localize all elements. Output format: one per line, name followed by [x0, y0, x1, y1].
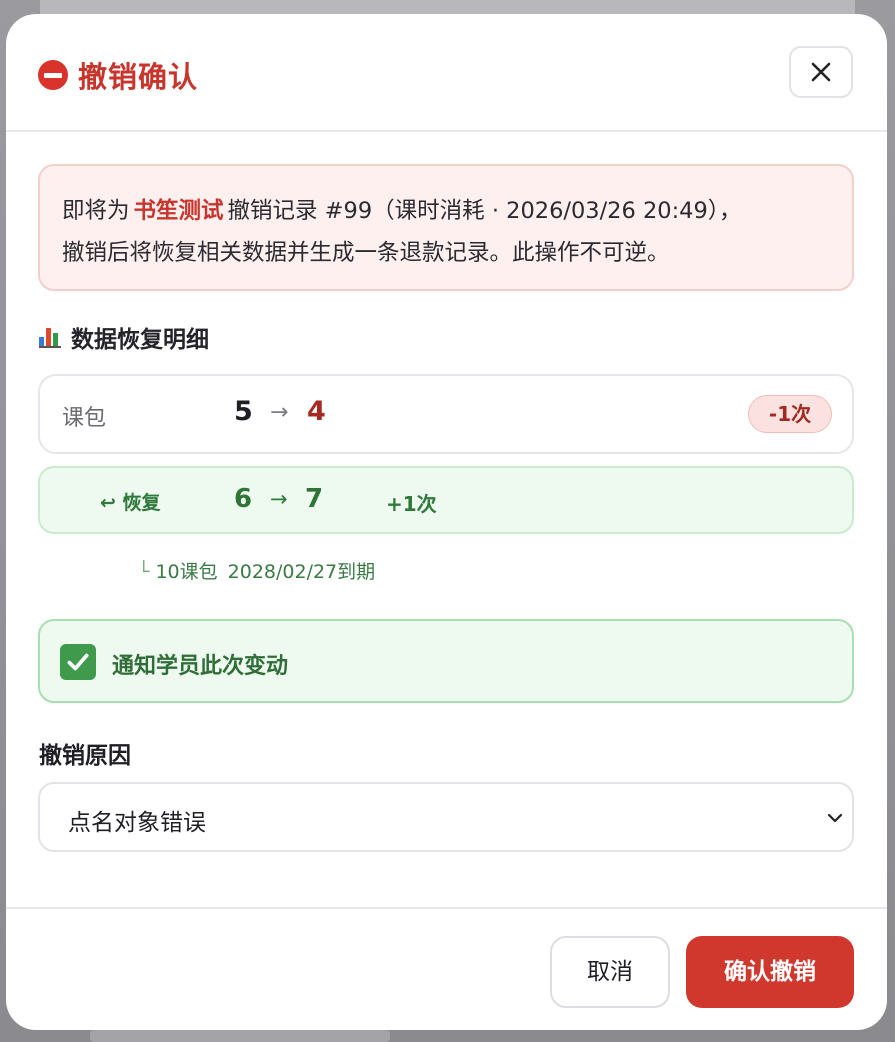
warning-line-1: 即将为 书笙测试 撤销记录 #99（课时消耗 · 2026/03/26 20:49）… [62, 190, 832, 232]
restore-label: ↩ 恢复 [100, 492, 161, 514]
package-label: 课包 [62, 406, 107, 431]
dialog-footer: 取消 确认撤销 [6, 907, 887, 1030]
notify-checkbox[interactable] [60, 644, 96, 680]
sub-note-expiry: 2028/02/27到期 [227, 561, 376, 583]
package-count-row: 课包 5 → 4 -1次 [38, 374, 854, 454]
package-change-badge: -1次 [748, 395, 832, 433]
close-button[interactable] [789, 46, 853, 98]
bar-chart-icon [39, 326, 61, 348]
tree-corner-icon: └ [138, 561, 150, 583]
confirm-undo-button[interactable]: 确认撤销 [686, 936, 854, 1008]
restore-delta: +1次 [386, 492, 437, 516]
warning-prefix: 即将为 [62, 198, 130, 224]
restore-to-value: 7 [305, 484, 324, 514]
sub-note-package: 10课包 [155, 561, 218, 583]
package-from-value: 5 [234, 396, 253, 427]
chevron-down-icon [827, 813, 843, 823]
restore-from-value: 6 [234, 484, 253, 514]
warning-record-text: 撤销记录 #99（课时消耗 · 2026/03/26 20:49）， [227, 198, 742, 224]
details-section-title: 数据恢复明细 [39, 320, 209, 354]
reason-title: 撤销原因 [39, 743, 131, 769]
cancel-button[interactable]: 取消 [550, 936, 670, 1008]
reason-selected-value: 点名对象错误 [68, 810, 206, 836]
checkmark-icon [67, 653, 89, 671]
notify-student-toggle[interactable]: 通知学员此次变动 [38, 619, 854, 703]
reason-select[interactable]: 点名对象错误 [38, 782, 854, 852]
no-entry-icon [38, 60, 68, 90]
background-content [40, 0, 855, 14]
dialog-header: 撤销确认 [6, 14, 887, 132]
restore-row: ↩ 恢复 6 → 7 +1次 [38, 466, 854, 534]
notify-label: 通知学员此次变动 [112, 654, 289, 679]
warning-box: 即将为 书笙测试 撤销记录 #99（课时消耗 · 2026/03/26 20:49）… [38, 164, 854, 291]
undo-confirm-dialog: 撤销确认 即将为 书笙测试 撤销记录 #99（课时消耗 · 2026/03/26 2… [6, 14, 887, 1030]
dialog-title-wrap: 撤销确认 [38, 54, 198, 96]
close-icon [811, 62, 831, 82]
warning-line-2: 撤销后将恢复相关数据并生成一条退款记录。此操作不可逆。 [62, 240, 670, 266]
package-to-value: 4 [307, 396, 326, 427]
details-title: 数据恢复明细 [71, 327, 209, 353]
arrow-right-icon: → [270, 487, 288, 511]
arrow-right-icon: → [270, 400, 289, 425]
background-content-bottom [90, 1030, 390, 1042]
student-name: 书笙测试 [133, 198, 224, 224]
package-sub-note: └ 10课包 2028/02/27到期 [138, 557, 375, 584]
dialog-title: 撤销确认 [78, 60, 199, 94]
